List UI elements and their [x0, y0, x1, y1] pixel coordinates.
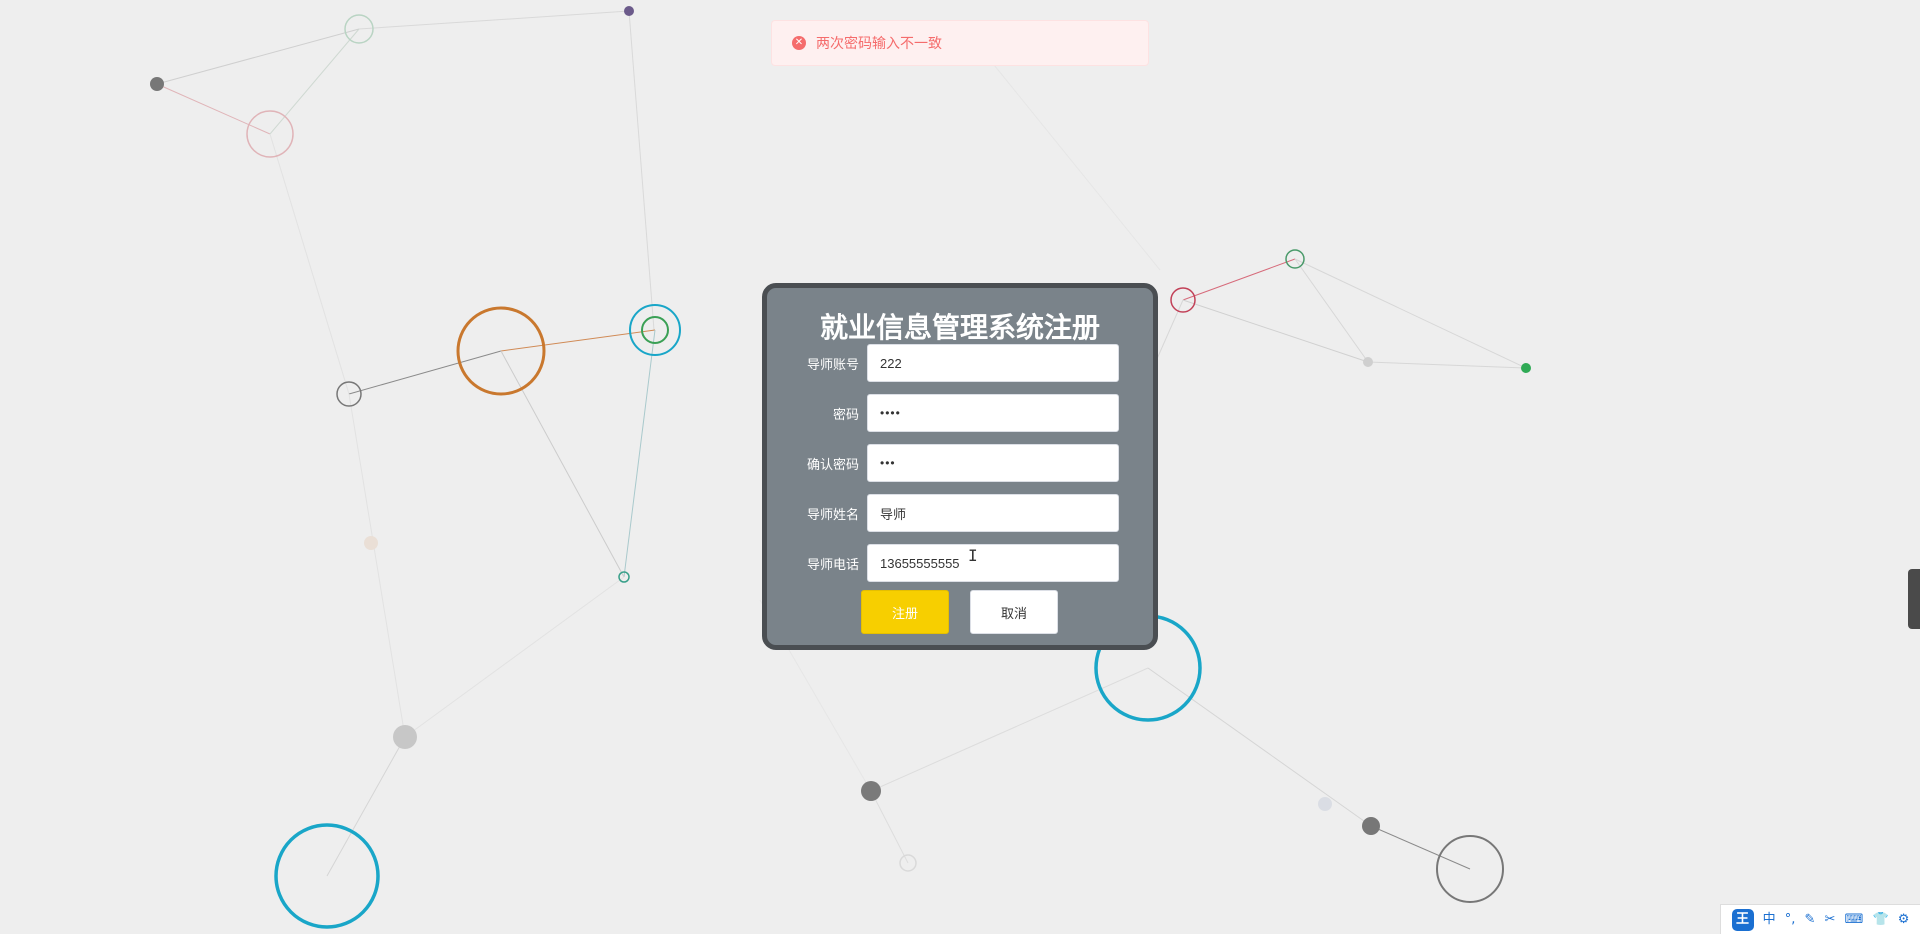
- password-input[interactable]: ••••: [867, 394, 1119, 432]
- side-edge-tab[interactable]: [1908, 569, 1920, 629]
- confirm-password-label: 确认密码: [806, 457, 859, 473]
- field-row-password: 密码 ••••: [767, 393, 1153, 433]
- field-row-confirm-password: 确认密码 •••: [767, 443, 1153, 483]
- scissors-icon[interactable]: ✂: [1825, 913, 1836, 926]
- error-circle-icon: ✕: [792, 36, 806, 50]
- name-label: 导师姓名: [806, 507, 859, 523]
- account-input[interactable]: 222: [867, 344, 1119, 382]
- gear-icon[interactable]: ⚙: [1898, 913, 1910, 926]
- confirm-password-input[interactable]: •••: [867, 444, 1119, 482]
- field-row-account: 导师账号 222: [767, 343, 1153, 383]
- shirt-icon[interactable]: 👕: [1872, 913, 1888, 926]
- name-input[interactable]: 导师: [867, 494, 1119, 532]
- toast-message: 两次密码输入不一致: [816, 36, 942, 52]
- register-button[interactable]: 注册: [861, 590, 949, 634]
- keyboard-icon[interactable]: ⌨: [1845, 913, 1864, 926]
- field-row-name: 导师姓名 导师: [767, 493, 1153, 533]
- ime-toolbar: 王 中 °, ✎ ✂ ⌨ 👕 ⚙: [1720, 904, 1920, 934]
- account-label: 导师账号: [806, 357, 859, 373]
- phone-input[interactable]: 13655555555: [867, 544, 1119, 582]
- cancel-button[interactable]: 取消: [970, 590, 1058, 634]
- text-cursor-icon: I: [968, 546, 978, 565]
- pen-icon[interactable]: ✎: [1805, 913, 1816, 926]
- ime-punct-toggle[interactable]: °,: [1785, 913, 1796, 926]
- ime-logo-icon[interactable]: 王: [1731, 908, 1754, 931]
- form-title: 就业信息管理系统注册: [819, 311, 1100, 344]
- error-toast: ✕ 两次密码输入不一致: [771, 20, 1149, 66]
- password-label: 密码: [832, 407, 859, 423]
- ime-mode-toggle[interactable]: 中: [1763, 913, 1776, 926]
- phone-label: 导师电话: [806, 557, 859, 573]
- register-panel: 就业信息管理系统注册 导师账号 222 密码 •••• 确认密码 ••• 导师姓…: [762, 283, 1158, 650]
- field-row-phone: 导师电话 13655555555: [767, 543, 1153, 583]
